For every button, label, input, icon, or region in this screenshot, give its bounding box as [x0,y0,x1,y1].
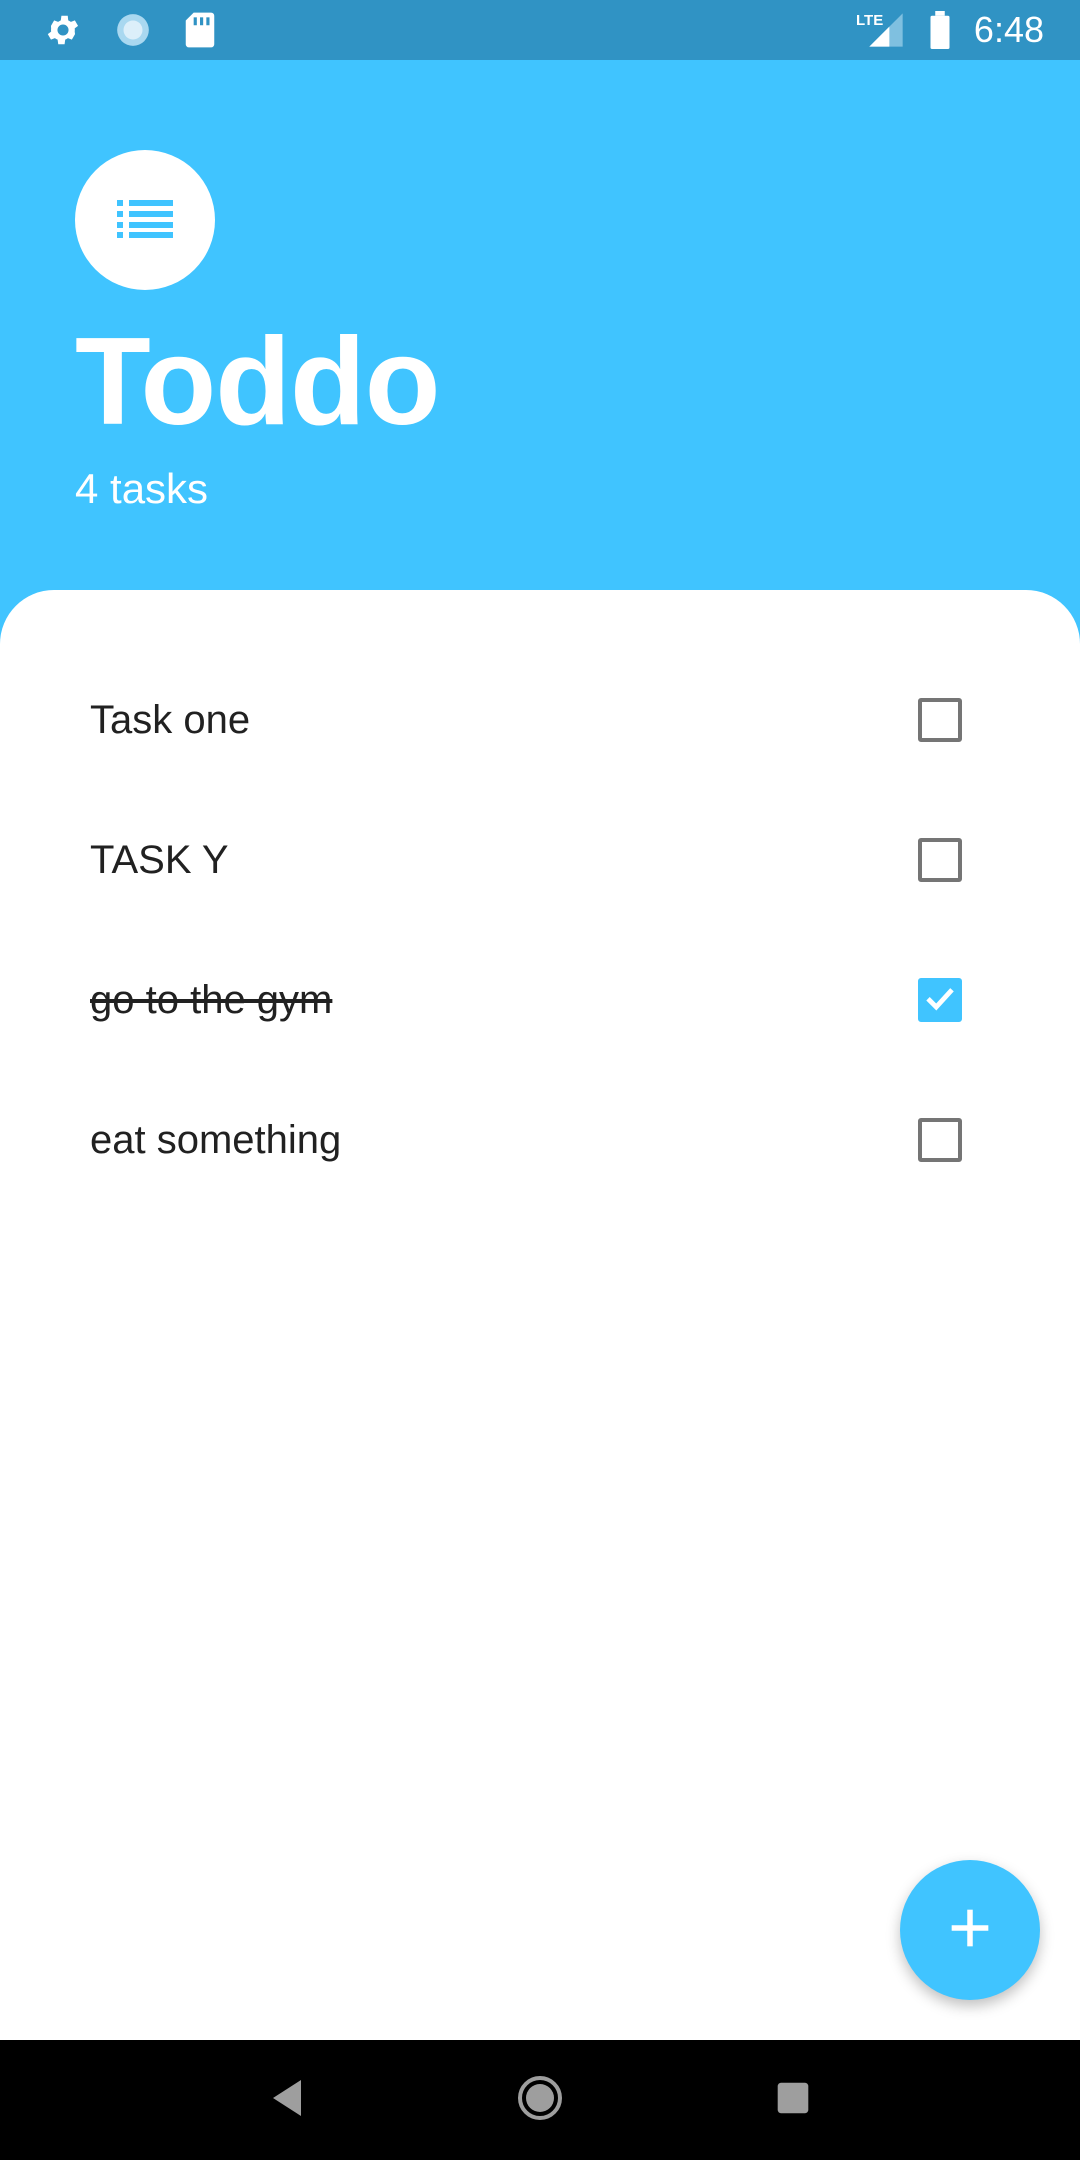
status-bar: LTE 6:48 [0,0,1080,60]
sync-icon [114,11,152,49]
task-checkbox[interactable] [918,978,962,1022]
task-row[interactable]: go to the gym [0,930,1080,1070]
task-label: TASK Y [90,837,229,882]
recents-icon [776,2081,810,2120]
task-row[interactable]: eat something [0,1070,1080,1210]
task-row[interactable]: TASK Y [0,790,1080,930]
network-type: LTE [856,12,883,29]
header: Toddo 4 tasks [0,60,1080,590]
task-label: go to the gym [90,977,333,1022]
status-time: 6:48 [973,9,1044,50]
task-sheet: Task one TASK Y go to the gym eat someth… [0,590,1080,2040]
status-right: LTE 6:48 [834,9,1044,51]
task-list: Task one TASK Y go to the gym eat someth… [0,650,1080,1210]
status-left [44,11,248,49]
back-icon [269,2078,305,2123]
check-icon [922,980,958,1021]
battery-icon [928,11,952,49]
app-icon [75,150,215,290]
task-checkbox[interactable] [918,698,962,742]
sd-card-icon [184,11,216,49]
home-button[interactable] [500,2060,580,2140]
back-button[interactable] [247,2060,327,2140]
app-title: Toddo [75,313,441,451]
task-row[interactable]: Task one [0,650,1080,790]
home-icon [516,2074,564,2127]
task-label: eat something [90,1117,342,1162]
plus-icon [948,1906,992,1955]
recents-button[interactable] [753,2060,833,2140]
list-icon [117,198,173,243]
signal-icon: LTE [856,10,906,50]
nav-bar [0,2040,1080,2160]
task-count: 4 tasks [75,465,209,512]
add-task-button[interactable] [900,1860,1040,2000]
task-label: Task one [90,697,251,742]
task-checkbox[interactable] [918,1118,962,1162]
gear-icon [44,11,82,49]
task-checkbox[interactable] [918,838,962,882]
